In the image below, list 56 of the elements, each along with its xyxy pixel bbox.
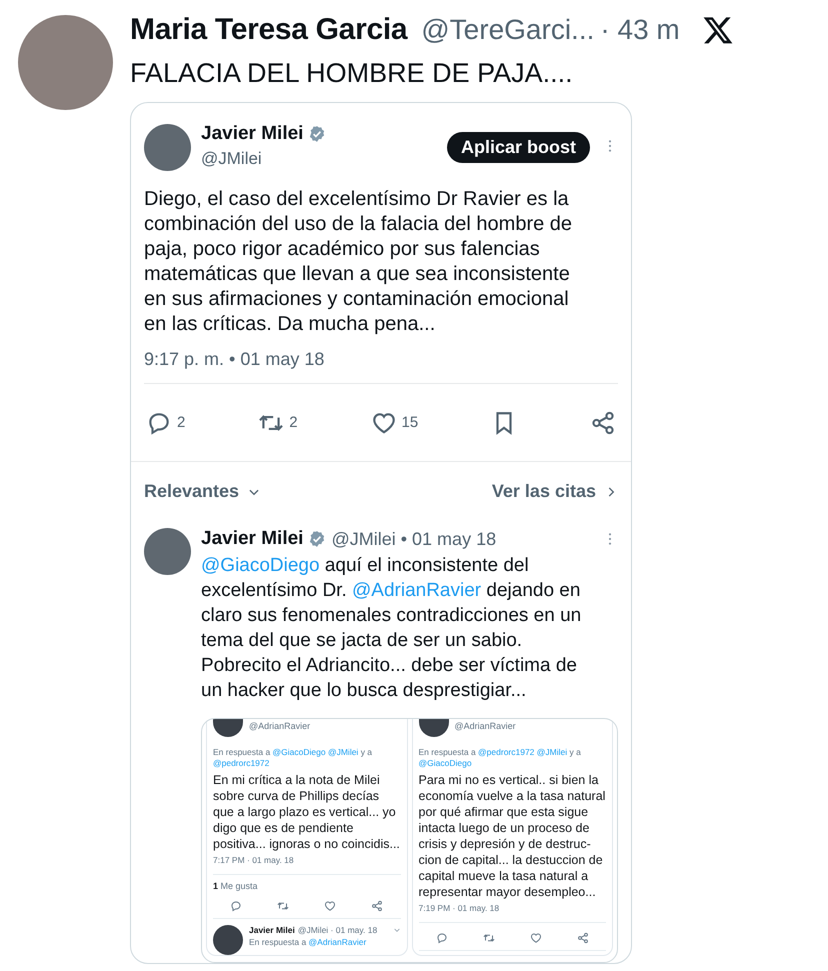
heart-icon[interactable] bbox=[530, 932, 542, 944]
author-handle: @JMilei bbox=[331, 528, 396, 550]
tweet-timestamp: 7:19 PM · 01 may. 18 bbox=[418, 903, 500, 913]
tweet-text: En mi crítica a la nota de Milei sobre curva de Phillips decías que a largo plazo es vertical... yo digo que es de pendiente positiva... ignoras o no coincidis... bbox=[213, 772, 400, 852]
avatar-photo-placeholder bbox=[213, 925, 243, 955]
author-handle: @TereGarci... bbox=[421, 14, 594, 46]
tweet-text: Para mi no es vertical.. si bien la economía vuelve a la tasa natural por qué afirmar que esta sigue intacta luego de un proceso de crisis y depresión y de destruc-cion de capital... la destuccion de capital mueve la tasa natural a representar mayor desempleo... bbox=[418, 772, 606, 900]
reply-to-text: En respuesta a @GiacoDiego @JMilei y a @pedrorc1972 bbox=[213, 747, 374, 769]
mention-link[interactable]: @GiacoDiego bbox=[272, 747, 326, 757]
mention-link[interactable]: @pedrorc1972 bbox=[478, 747, 534, 757]
like-count: 1 Me gusta bbox=[213, 881, 259, 891]
action-count: 2 bbox=[177, 414, 186, 431]
verified-badge-icon bbox=[308, 125, 326, 143]
mention-link[interactable]: @AdrianRavier bbox=[308, 937, 366, 947]
author-name: Javier Milei bbox=[201, 528, 304, 550]
reply-to-text: En respuesta a @pedrorc1972 @JMilei y a @GiacoDiego bbox=[418, 747, 582, 769]
share-icon[interactable] bbox=[371, 900, 384, 912]
mention-link[interactable]: @GiacoDiego bbox=[201, 555, 320, 576]
mention-link[interactable]: @JMilei bbox=[328, 747, 358, 757]
tweet-text: Diego, el caso del excelentísimo Dr Ravier es la combinación del uso de la falacia del hombre de paja, poco rigor académico por sus falencias matemáticas que llevan a que sea inconsistente en sus afirmaciones y contaminación emocional en las críticas. Da mucha pena... bbox=[144, 187, 574, 337]
avatar-photo-placeholder bbox=[144, 528, 191, 575]
sort-dropdown[interactable]: Relevantes bbox=[144, 481, 240, 502]
quotes-link[interactable]: Ver las citas bbox=[492, 481, 596, 502]
author-handle: @JMilei bbox=[201, 149, 263, 169]
author-name: Maria Teresa Garcia bbox=[130, 13, 408, 47]
mention-link[interactable]: @GiacoDiego bbox=[418, 758, 472, 768]
reply-to-text: En respuesta a @AdrianRavier bbox=[249, 937, 368, 948]
action-count: 15 bbox=[402, 414, 418, 431]
mention-link[interactable]: @pedrorc1972 bbox=[213, 758, 270, 768]
author-handle: @JMilei · 01 may. 18 bbox=[298, 925, 378, 935]
author-name: Javier Milei bbox=[201, 123, 304, 145]
avatar-photo-placeholder bbox=[213, 719, 243, 737]
author-handle: @AdrianRavier bbox=[249, 721, 310, 731]
verified-badge-icon bbox=[308, 530, 326, 548]
repost-icon[interactable] bbox=[482, 932, 495, 944]
avatar-photo-placeholder bbox=[144, 124, 191, 171]
post-time: · 43 m bbox=[600, 14, 680, 46]
chevron-down-icon[interactable] bbox=[392, 926, 400, 934]
tweet-timestamp: 9:17 p. m. • 01 may 18 bbox=[144, 349, 618, 384]
reply-icon[interactable] bbox=[436, 932, 448, 944]
reply-text: @GiacoDiego aquí el inconsistente del excelentísimo Dr. @AdrianRavier dejando en claro sus fenomenales contradicciones en un tema del que se jacta de ser un sabio. Pobrecito el Adriancito... debe ser víctima de un hacker que lo busca desprestigiar... bbox=[201, 554, 582, 703]
author-name: Javier Milei bbox=[249, 925, 295, 935]
reply-icon[interactable] bbox=[230, 900, 242, 912]
reply-date: • 01 may 18 bbox=[400, 528, 496, 550]
repost-icon[interactable] bbox=[277, 900, 290, 912]
boost-button[interactable]: Aplicar boost bbox=[446, 132, 590, 163]
mention-link[interactable]: @JMilei bbox=[536, 747, 568, 757]
post-text: FALACIA DEL HOMBRE DE PAJA.... bbox=[130, 58, 574, 89]
author-handle: @AdrianRavier bbox=[454, 721, 516, 731]
share-icon[interactable] bbox=[576, 932, 589, 944]
heart-icon[interactable] bbox=[324, 900, 336, 912]
tweet-timestamp: 7:17 PM · 01 may. 18 bbox=[213, 855, 295, 865]
avatar-photo-placeholder bbox=[418, 719, 448, 737]
share-icon[interactable] bbox=[590, 410, 616, 436]
action-count: 2 bbox=[289, 414, 298, 431]
mention-link[interactable]: @AdrianRavier bbox=[352, 580, 482, 601]
